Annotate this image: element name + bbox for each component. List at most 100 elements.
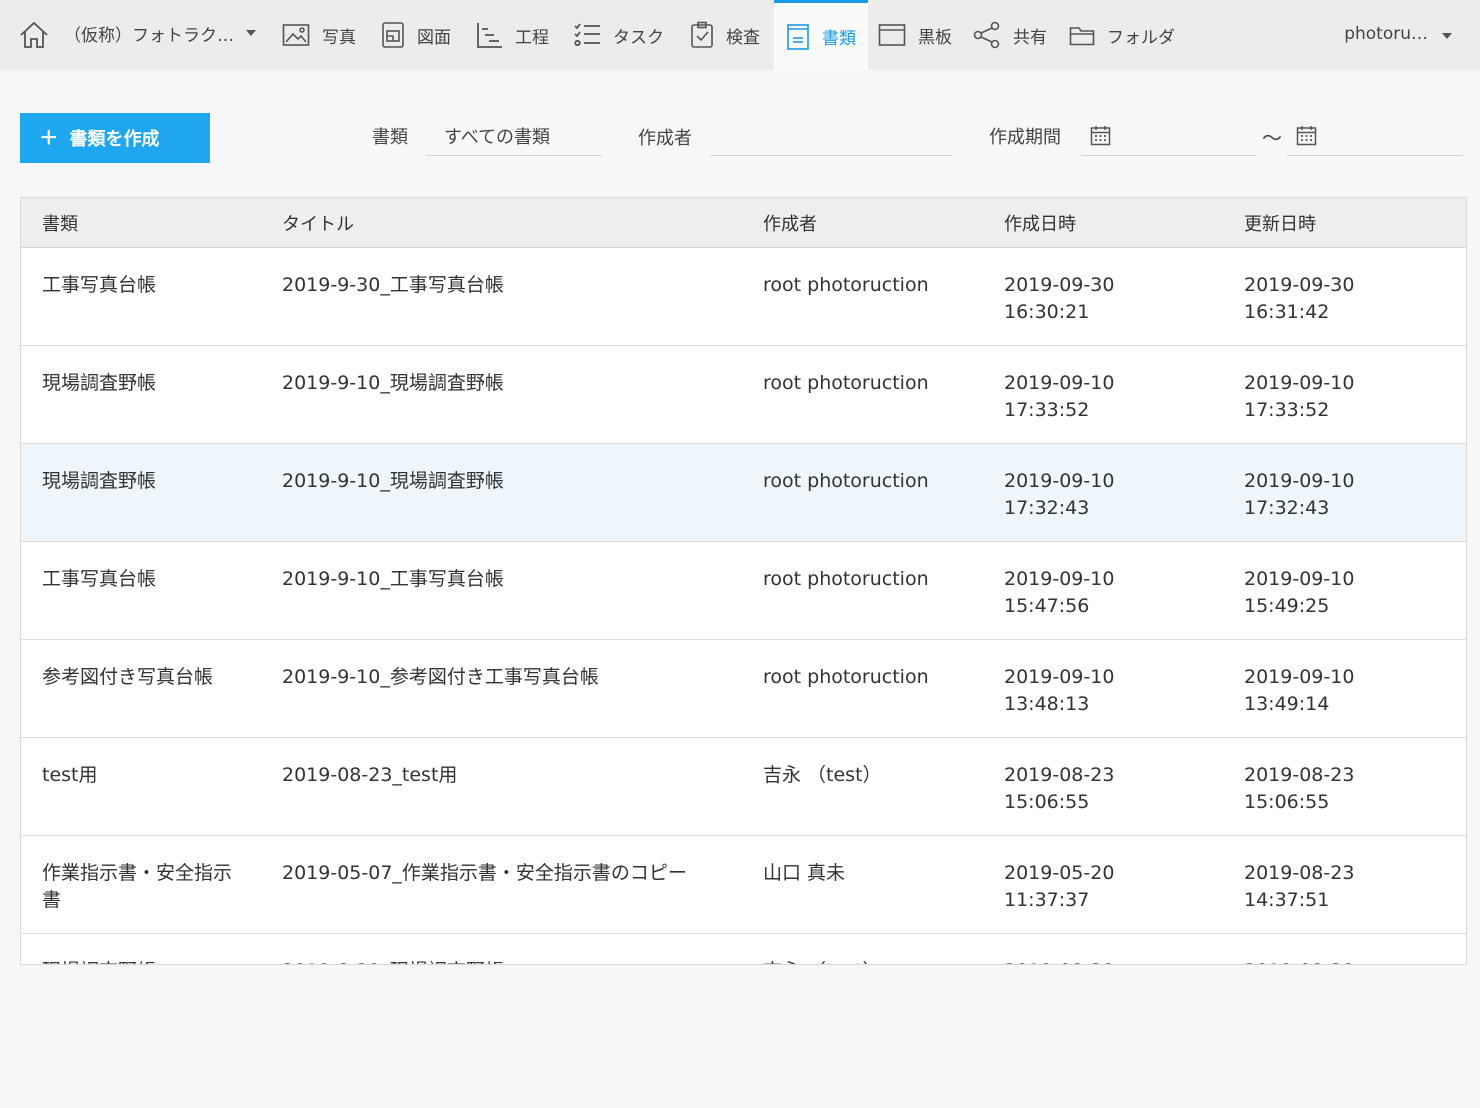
cell-type: test用 <box>42 764 98 786</box>
cell-updated: 2019-08-20 <box>1244 958 1444 964</box>
cell-updated: 2019-09-10 17:32:43 <box>1244 468 1444 522</box>
tab-photos[interactable]: 写真 <box>282 0 356 70</box>
tab-share[interactable]: 共有 <box>973 0 1047 70</box>
created-date: 2019-08-23 <box>1004 764 1115 786</box>
table-row[interactable]: 現場調査野帳2019-8-20_現場調査野帳吉永 （test）2019-08-2… <box>21 934 1466 964</box>
updated-time: 13:49:14 <box>1244 693 1330 715</box>
table-row[interactable]: test用 2019-08-23_test用 吉永 （test） 2019-08-23… <box>21 738 1466 836</box>
column-header-type[interactable]: 書類 <box>42 210 282 236</box>
tab-tasks[interactable]: タスク <box>573 0 664 70</box>
tab-label: 共有 <box>1013 27 1047 48</box>
range-separator: 〜 <box>1262 126 1282 150</box>
cell-updated: 2019-09-30 16:31:42 <box>1244 272 1444 326</box>
table-body: 工事写真台帳 2019-9-30_工事写真台帳 root photoruction 2… <box>21 248 1466 964</box>
created-date: 2019-09-10 <box>1004 372 1115 394</box>
cell-updated: 2019-08-23 15:06:55 <box>1244 762 1444 816</box>
updated-time: 15:49:25 <box>1244 595 1330 617</box>
updated-time: 17:33:52 <box>1244 399 1330 421</box>
tab-folder[interactable]: フォルダ <box>1069 0 1175 70</box>
create-document-button[interactable]: + 書類を作成 <box>20 113 210 163</box>
doc-type-select[interactable]: すべての書類 <box>426 116 602 156</box>
plus-icon: + <box>40 121 58 154</box>
tab-label: 図面 <box>417 27 451 48</box>
created-time: 17:32:43 <box>1004 497 1090 519</box>
cell-title: 2019-08-23_test用 <box>282 764 458 786</box>
tab-label: 検査 <box>726 27 760 48</box>
cell-author: root photoruction <box>763 568 929 590</box>
tab-inspection[interactable]: 検査 <box>690 0 760 70</box>
period-start-input[interactable] <box>1081 116 1257 156</box>
create-document-label: 書類を作成 <box>69 129 160 149</box>
table-row[interactable]: 工事写真台帳 2019-9-10_工事写真台帳 root photoruction 2… <box>21 542 1466 640</box>
chevron-down-icon[interactable] <box>246 30 256 36</box>
table-row[interactable]: 参考図付き写真台帳 2019-9-10_参考図付き工事写真台帳 root photo… <box>21 640 1466 738</box>
cell-updated: 2019-08-23 14:37:51 <box>1244 860 1444 914</box>
author-label: 作成者 <box>638 128 692 149</box>
cell-type: 参考図付き写真台帳 <box>42 666 214 688</box>
updated-date: 2019-09-10 <box>1244 666 1355 688</box>
table-row[interactable]: 現場調査野帳 2019-9-10_現場調査野帳 root photoruction 2… <box>21 346 1466 444</box>
cell-created: 2019-09-10 13:48:13 <box>1004 664 1244 718</box>
tab-drawings[interactable]: 図面 <box>381 0 451 70</box>
folder-icon <box>1069 27 1095 46</box>
cell-created: 2019-09-10 15:47:56 <box>1004 566 1244 620</box>
table-row[interactable]: 工事写真台帳 2019-9-30_工事写真台帳 root photoruction 2… <box>21 248 1466 346</box>
column-header-updated[interactable]: 更新日時 <box>1244 210 1444 236</box>
clipboard-check-icon <box>691 21 713 48</box>
share-icon <box>973 21 1000 49</box>
gantt-icon <box>477 23 502 48</box>
column-header-author[interactable]: 作成者 <box>763 210 1004 236</box>
cell-created: 2019-09-10 17:32:43 <box>1004 468 1244 522</box>
cell-updated: 2019-09-10 17:33:52 <box>1244 370 1444 424</box>
image-icon <box>282 24 310 46</box>
table-row[interactable]: 作業指示書・安全指示書 2019-05-07_作業指示書・安全指示書のコピー 山口 … <box>21 836 1466 934</box>
cell-type: 現場調査野帳 <box>42 470 157 492</box>
period-label: 作成期間 <box>989 127 1061 148</box>
cell-created: 2019-09-30 16:30:21 <box>1004 272 1244 326</box>
updated-time: 15:06:55 <box>1244 791 1330 813</box>
calendar-icon <box>1090 126 1111 146</box>
created-time: 15:47:56 <box>1004 595 1090 617</box>
cell-title: 2019-9-10_参考図付き工事写真台帳 <box>282 666 599 688</box>
chevron-down-icon[interactable] <box>1442 33 1452 39</box>
home-icon[interactable] <box>18 20 50 50</box>
cell-updated: 2019-09-10 15:49:25 <box>1244 566 1444 620</box>
tab-label: 書類 <box>822 29 856 49</box>
cell-title: 2019-8-20_現場調査野帳 <box>282 958 763 964</box>
created-time: 13:48:13 <box>1004 693 1090 715</box>
drawing-icon <box>382 22 404 48</box>
doc-type-label: 書類 <box>372 127 408 148</box>
author-input[interactable] <box>710 116 953 156</box>
table-row[interactable]: 現場調査野帳 2019-9-10_現場調査野帳 root photoruction 2… <box>21 444 1466 542</box>
tab-documents[interactable]: 書類 <box>774 0 868 70</box>
updated-date: 2019-09-10 <box>1244 372 1355 394</box>
created-date: 2019-09-10 <box>1004 568 1115 590</box>
created-time: 15:06:55 <box>1004 791 1090 813</box>
cell-type: 工事写真台帳 <box>42 274 157 296</box>
document-icon <box>787 23 809 50</box>
cell-updated: 2019-09-10 13:49:14 <box>1244 664 1444 718</box>
user-menu[interactable]: photoru… <box>1344 24 1428 44</box>
user-name: photoru… <box>1344 24 1428 44</box>
cell-title: 2019-9-10_工事写真台帳 <box>282 568 504 590</box>
column-header-title[interactable]: タイトル <box>282 210 763 236</box>
updated-date: 2019-09-10 <box>1244 568 1355 590</box>
tab-label: 写真 <box>322 27 356 48</box>
cell-type: 作業指示書・安全指示書 <box>42 862 233 911</box>
cell-author: root photoruction <box>763 372 929 394</box>
created-time: 11:37:37 <box>1004 889 1090 911</box>
tab-blackboard[interactable]: 黒板 <box>878 0 952 70</box>
cell-title: 2019-9-10_現場調査野帳 <box>282 470 504 492</box>
tab-label: タスク <box>613 27 664 48</box>
period-end-input[interactable] <box>1287 116 1463 156</box>
cell-author: 吉永 （test） <box>763 958 1004 964</box>
created-date: 2019-05-20 <box>1004 862 1115 884</box>
cell-author: root photoruction <box>763 666 929 688</box>
project-selector[interactable]: （仮称）フォトラク… <box>64 21 234 46</box>
created-time: 16:30:21 <box>1004 301 1090 323</box>
tab-schedule[interactable]: 工程 <box>475 0 549 70</box>
cell-type: 現場調査野帳 <box>42 372 157 394</box>
column-header-created[interactable]: 作成日時 <box>1004 210 1244 236</box>
updated-date: 2019-08-23 <box>1244 764 1355 786</box>
cell-created: 2019-09-10 17:33:52 <box>1004 370 1244 424</box>
